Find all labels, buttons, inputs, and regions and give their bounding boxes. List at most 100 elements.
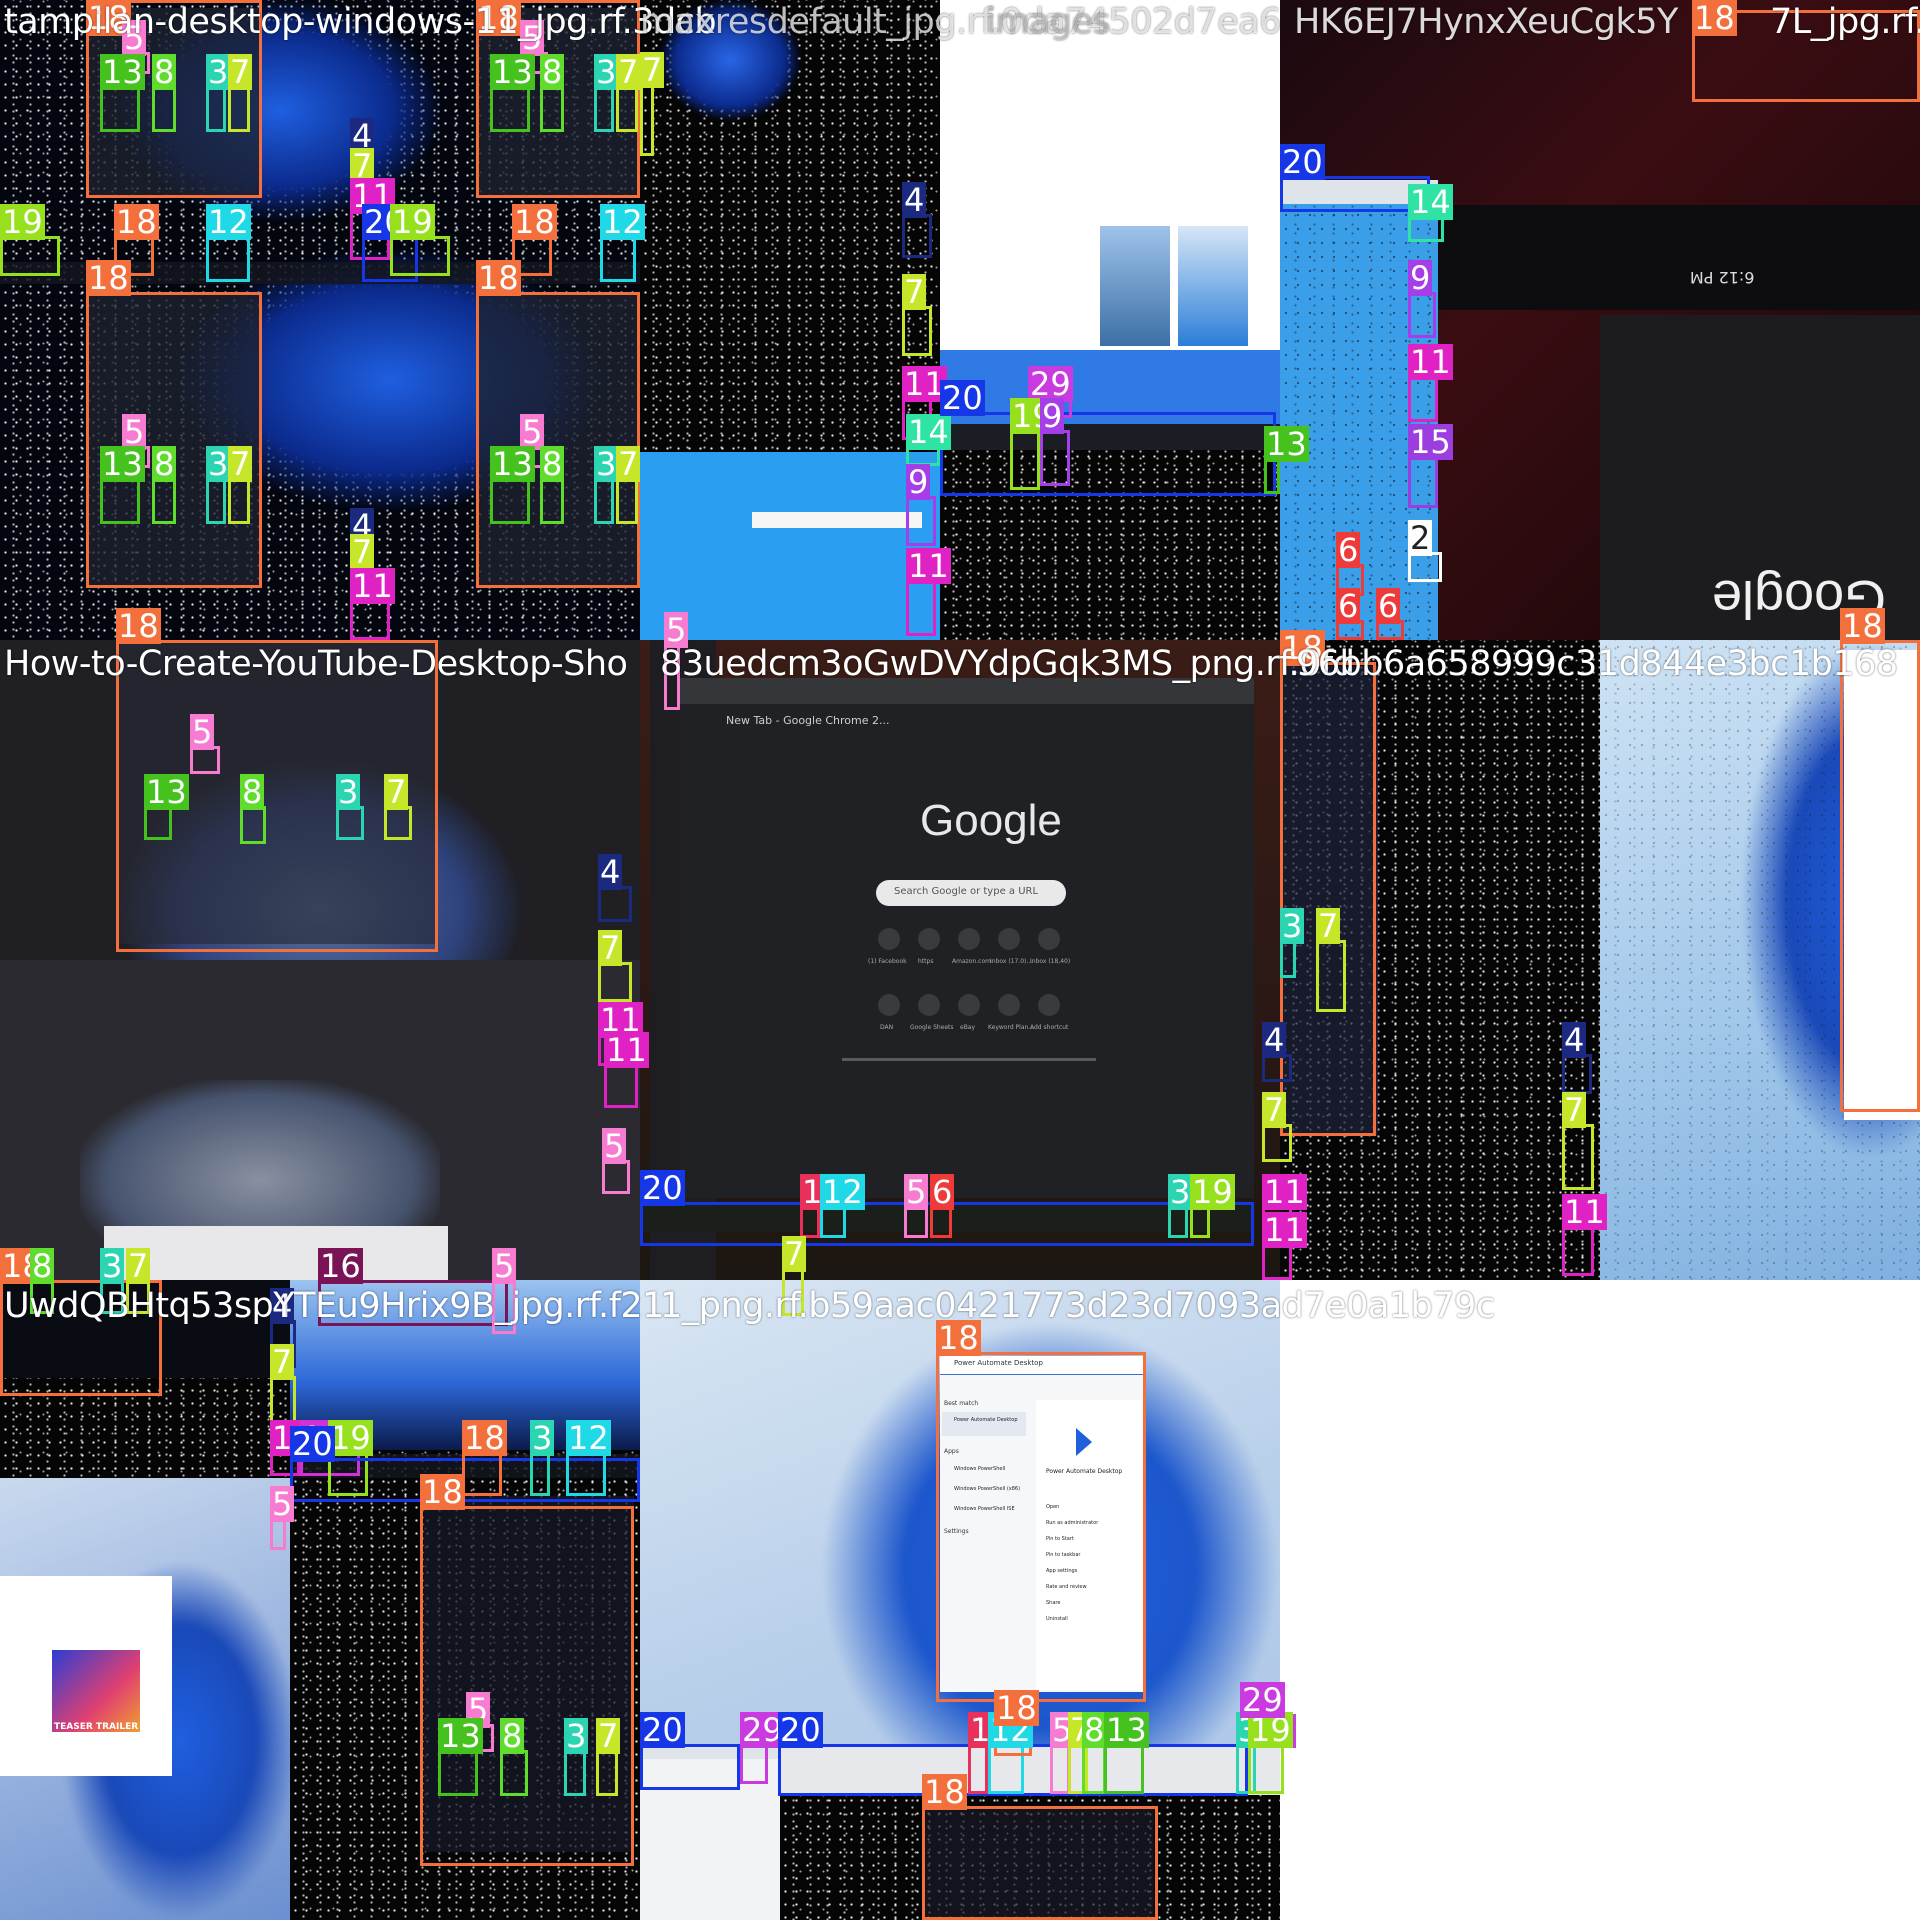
detection-label: 20	[940, 379, 985, 417]
detection-box-3	[206, 86, 226, 132]
shortcut-tile[interactable]	[958, 928, 980, 950]
add-shortcut-button[interactable]	[1038, 994, 1060, 1016]
detection-label: 13	[1264, 425, 1309, 463]
detection-label: 9	[1040, 397, 1065, 435]
detection-box-3	[530, 1452, 550, 1496]
tile-caption: tampilan-desktop-windows-11_jpg.rf.3dcb	[4, 2, 717, 42]
shortcut-tile[interactable]	[958, 994, 980, 1016]
detection-label: 19	[1190, 1173, 1235, 1211]
detection-label: 7	[596, 1717, 621, 1755]
search-input[interactable]: Search Google or type a URL	[876, 880, 1066, 906]
detection-box-9	[1040, 430, 1070, 486]
detection-label: 7	[598, 929, 623, 967]
detection-label: 6	[1336, 587, 1361, 625]
detection-label: 3	[1168, 1173, 1193, 1211]
detection-label: 9	[906, 463, 931, 501]
detection-label: 8	[1082, 1711, 1107, 1749]
detection-label: 18	[476, 259, 521, 297]
detection-label: 3	[594, 445, 619, 483]
detection-label: 18	[114, 203, 159, 241]
detection-box-13	[1264, 458, 1280, 494]
detection-box-7	[228, 478, 250, 524]
detection-box-3	[564, 1750, 586, 1796]
detection-label: 13	[490, 445, 535, 483]
detection-box-11	[1262, 1244, 1292, 1280]
detection-box-7	[640, 84, 654, 156]
detection-box-7	[1316, 940, 1346, 1012]
shortcut-tile[interactable]	[918, 994, 940, 1016]
tile-caption: 96bb6a658999c31d844e3bc1b168	[1296, 644, 1898, 684]
tooltip	[752, 512, 922, 528]
detection-label: 18	[420, 1473, 465, 1511]
tile-caption: 7L_jpg.rf.0	[1770, 2, 1920, 42]
detection-box-8	[152, 478, 176, 524]
detection-box-7	[1562, 1124, 1594, 1190]
shortcut-tile[interactable]	[878, 994, 900, 1016]
shortcut-tile[interactable]	[998, 994, 1020, 1016]
chrome-topbar	[1438, 205, 1920, 310]
detection-label: 7	[1562, 1091, 1587, 1129]
detection-box-19	[1248, 1744, 1284, 1794]
shortcut-tile[interactable]	[918, 928, 940, 950]
search-placeholder: Search Google or type a URL	[894, 886, 1039, 897]
detection-label: 7	[228, 53, 253, 91]
shortcut-tile[interactable]	[1038, 928, 1060, 950]
chrome-tab-title: New Tab - Google Chrome 2...	[726, 714, 890, 727]
shortcut-label: Inbox (17.0)...	[990, 958, 1033, 965]
detection-box-19	[390, 236, 450, 276]
detection-label: 8	[240, 773, 265, 811]
detection-box-13	[438, 1750, 478, 1796]
detection-label: 4	[1562, 1021, 1587, 1059]
detection-box-29	[740, 1744, 768, 1784]
detection-label: 7	[126, 1247, 151, 1285]
detection-label: 12	[600, 203, 645, 241]
media-progress-bar[interactable]	[842, 1058, 1096, 1061]
detection-label: 3	[336, 773, 361, 811]
detection-label: 11	[1262, 1173, 1307, 1211]
detection-label: 11	[1408, 343, 1453, 381]
detection-label: 5	[602, 1127, 627, 1165]
shortcut-label: https	[918, 958, 934, 965]
detection-box-9	[1408, 292, 1436, 338]
detection-label: 13	[490, 53, 535, 91]
detection-label: 8	[500, 1717, 525, 1755]
shortcut-label: eBay	[960, 1024, 976, 1031]
detection-label: 12	[820, 1173, 865, 1211]
detection-box-12	[600, 236, 636, 282]
detection-label: 3	[594, 53, 619, 91]
detection-label: 20	[290, 1425, 335, 1463]
detection-label: 8	[152, 53, 177, 91]
photo-thumbnail	[1100, 226, 1170, 346]
detection-label: 7	[350, 533, 375, 571]
detection-label: 11	[350, 567, 395, 605]
shortcut-label: Keyword Plan...	[988, 1024, 1035, 1031]
detection-box-9	[906, 496, 936, 546]
shortcut-tile[interactable]	[998, 928, 1020, 950]
detection-box-5	[602, 1160, 630, 1194]
detection-box-12	[206, 236, 250, 282]
detection-label: 4	[598, 853, 623, 891]
detection-label: 7	[1262, 1091, 1287, 1129]
detection-box-13	[144, 806, 172, 840]
detection-box-18	[1840, 640, 1920, 1112]
video-thumbnail[interactable]	[52, 1650, 140, 1732]
detection-label: 3	[100, 1247, 125, 1285]
detection-box-7	[596, 1750, 618, 1796]
shortcut-tile[interactable]	[878, 928, 900, 950]
detection-label: 3	[206, 53, 231, 91]
detection-label: 5	[664, 611, 689, 649]
detection-box-7	[384, 806, 412, 840]
detection-label: 18	[922, 1773, 967, 1811]
google-logo: Google	[920, 796, 1062, 845]
detection-label: 6	[930, 1173, 955, 1211]
detection-label: 7	[640, 51, 665, 89]
detection-box-11	[1562, 1226, 1594, 1276]
detection-label: 18	[1692, 0, 1737, 37]
detection-box-13	[100, 86, 140, 132]
detection-box-18	[936, 1352, 1146, 1702]
detection-box-8	[152, 86, 176, 132]
detection-box-7	[598, 962, 632, 1002]
detection-box-19	[0, 236, 60, 276]
tile-caption: HK6EJ7HynxXeuCgk5Y	[1294, 2, 1678, 42]
detection-box-20	[640, 1744, 740, 1790]
